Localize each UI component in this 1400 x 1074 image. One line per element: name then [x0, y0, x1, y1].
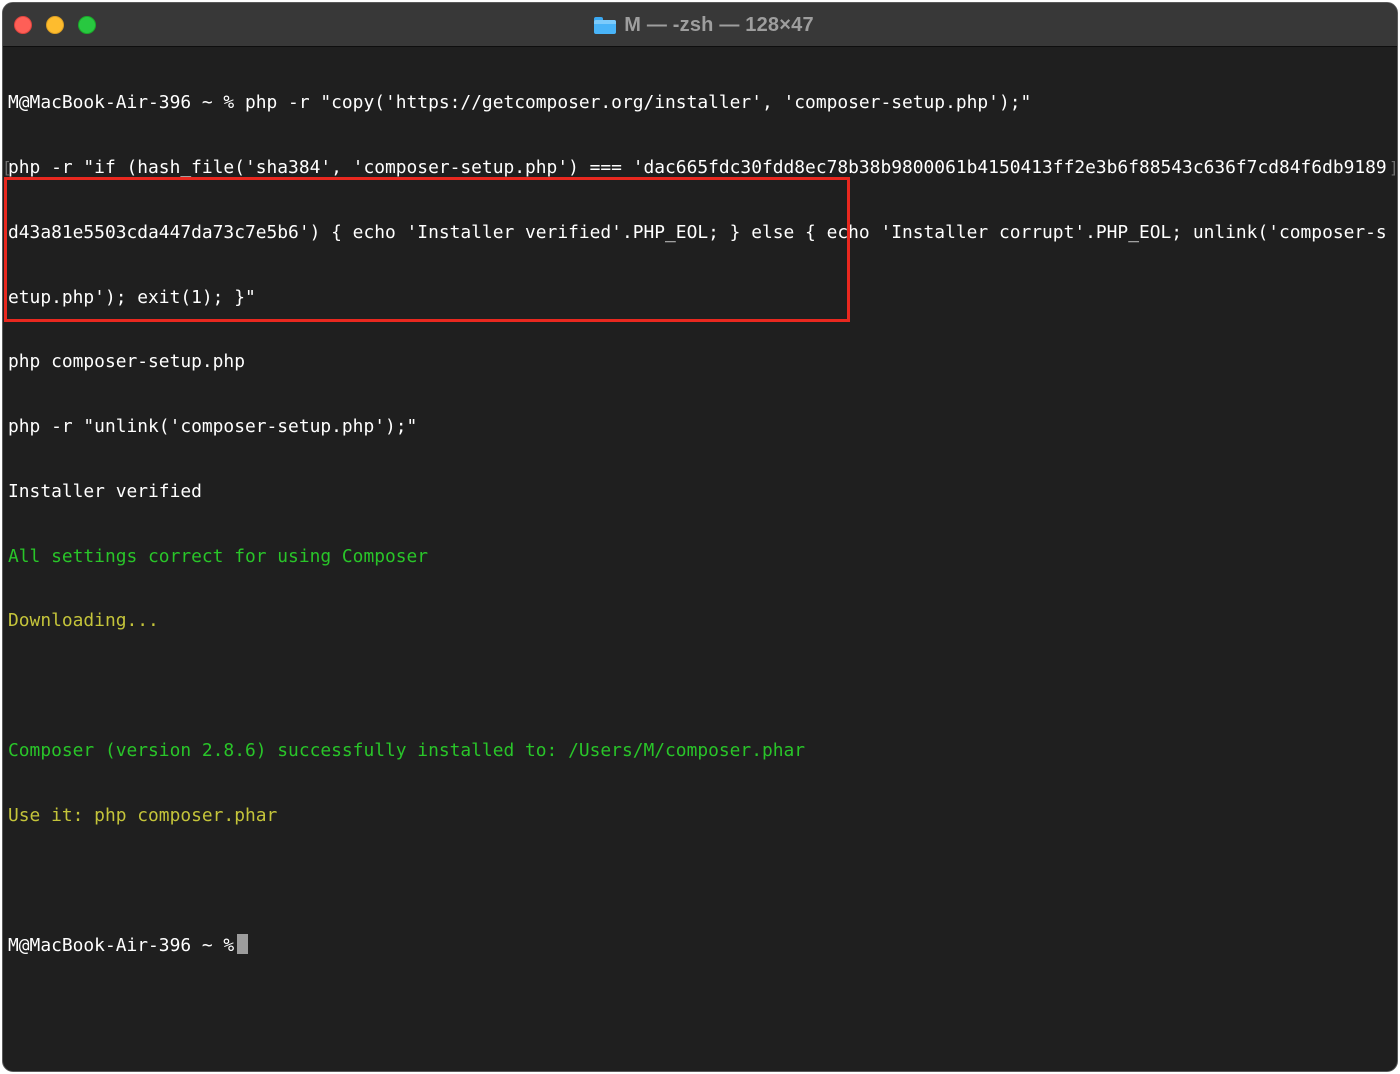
folder-icon: [594, 16, 617, 34]
window-title-group: M — -zsh — 128×47: [3, 3, 1397, 47]
terminal-output[interactable]: M@MacBook-Air-396 ~ % php -r "copy('http…: [8, 49, 1393, 978]
downloading-line: Downloading...: [8, 610, 159, 632]
terminal-line: d43a81e5503cda447da73c7e5b6') { echo 'In…: [8, 221, 1387, 243]
terminal-line: M@MacBook-Air-396 ~ % php -r "copy('http…: [8, 92, 1032, 114]
install-success-line: Composer (version 2.8.6) successfully in…: [8, 740, 806, 761]
terminal-line: php composer-setup.php: [8, 351, 245, 373]
prompt-line[interactable]: M@MacBook-Air-396 ~ %: [8, 934, 1393, 956]
usage-hint-line: Use it: php composer.phar: [8, 804, 278, 826]
window-title: M — -zsh — 128×47: [624, 13, 814, 36]
installer-verified-line: Installer verified: [8, 480, 202, 502]
shell-prompt: M@MacBook-Air-396 ~ %: [8, 935, 235, 957]
terminal-line: php -r "if (hash_file('sha384', 'compose…: [8, 156, 1387, 178]
title-bar[interactable]: M — -zsh — 128×47: [3, 3, 1397, 47]
terminal-line: php -r "unlink('composer-setup.php');": [8, 416, 418, 438]
terminal-line: etup.php'); exit(1); }": [8, 286, 256, 308]
text-cursor: [237, 934, 249, 955]
settings-correct-line: All settings correct for using Composer: [8, 545, 429, 567]
